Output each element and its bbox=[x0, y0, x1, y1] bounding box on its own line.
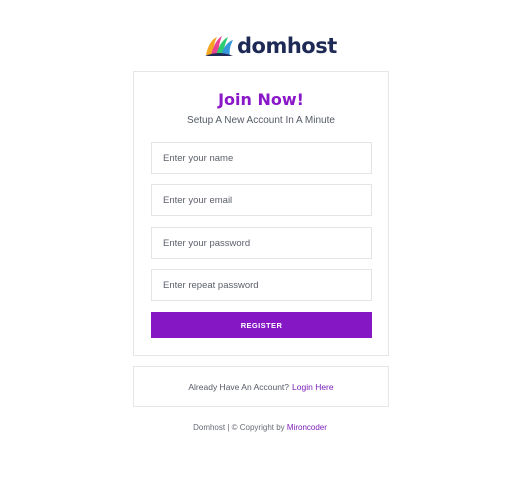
repeat-password-input[interactable] bbox=[151, 269, 372, 301]
login-prompt-text: Already Have An Account? bbox=[188, 381, 290, 392]
register-button[interactable]: REGISTER bbox=[151, 312, 372, 338]
brand-name: domhost bbox=[237, 34, 337, 58]
email-input[interactable] bbox=[151, 184, 372, 216]
login-prompt-box: Already Have An Account? Login Here bbox=[133, 366, 389, 407]
password-input[interactable] bbox=[151, 227, 372, 259]
form-subtitle: Setup A New Account In A Minute bbox=[187, 115, 335, 126]
footer-author-link[interactable]: Mironcoder bbox=[287, 423, 327, 432]
name-input[interactable] bbox=[151, 142, 372, 174]
domhost-logo-icon bbox=[205, 36, 233, 56]
form-title: Join Now! bbox=[218, 90, 304, 109]
register-card: Join Now! Setup A New Account In A Minut… bbox=[133, 71, 389, 356]
brand-logo[interactable]: domhost bbox=[204, 32, 337, 60]
login-link[interactable]: Login Here bbox=[292, 382, 334, 392]
footer: Domhost | © Copyright by Mironcoder bbox=[0, 423, 520, 432]
footer-copyright: Domhost | © Copyright by bbox=[193, 423, 285, 432]
